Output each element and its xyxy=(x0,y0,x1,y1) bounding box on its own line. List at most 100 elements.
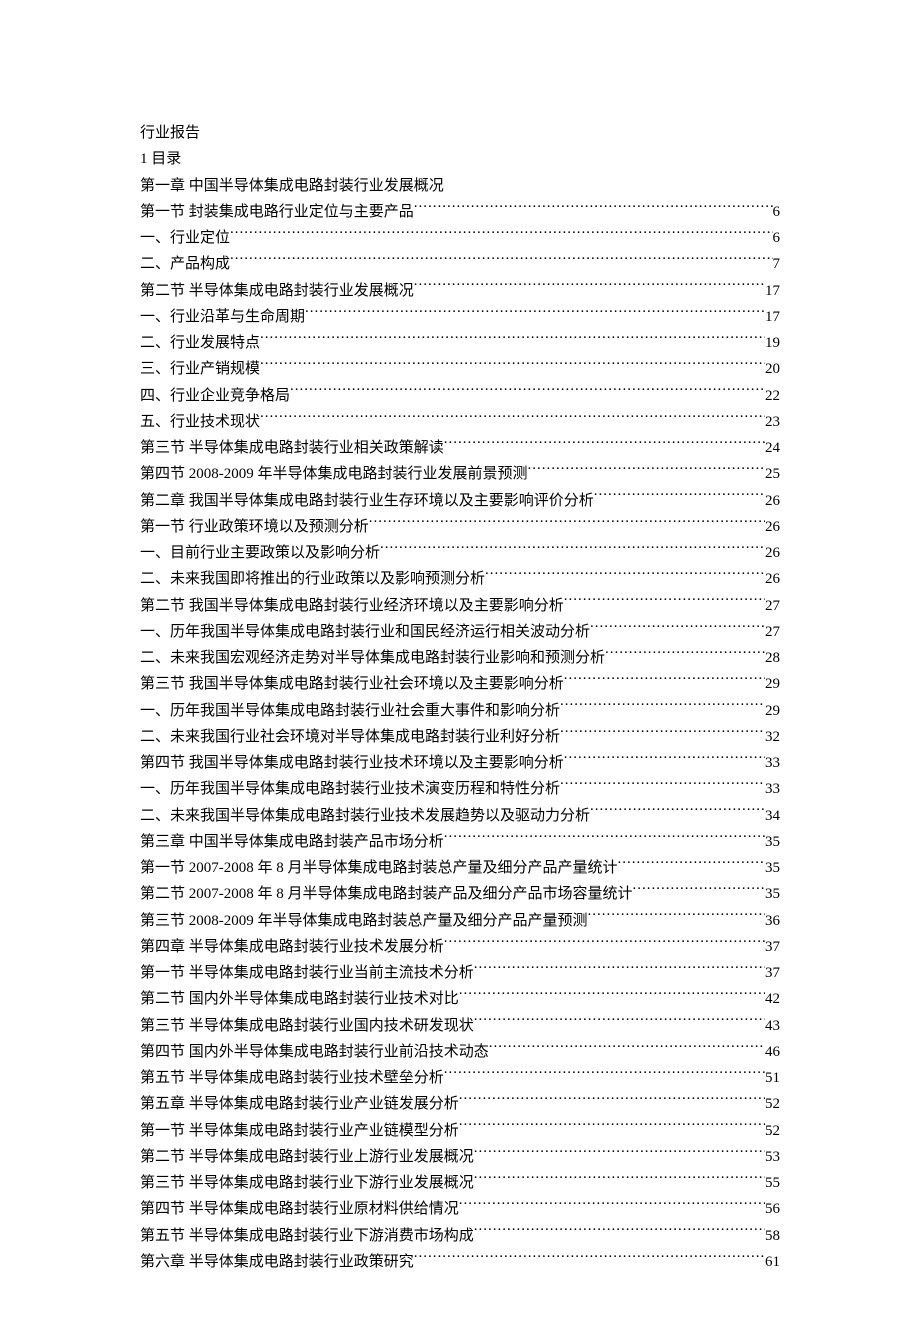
toc-entry: 四、行业企业竞争格局22 xyxy=(140,383,780,409)
toc-entry-page: 27 xyxy=(765,619,780,645)
toc-entry: 第四节 半导体集成电路封装行业原材料供给情况 56 xyxy=(140,1196,780,1222)
toc-entry: 第一节 行业政策环境以及预测分析 26 xyxy=(140,514,780,540)
toc-entry-page: 27 xyxy=(765,593,780,619)
toc-dot-leader xyxy=(260,411,765,426)
toc-entry: 二、产品构成7 xyxy=(140,251,780,277)
toc-dot-leader xyxy=(230,253,772,268)
toc-entry-page: 46 xyxy=(765,1039,780,1065)
toc-dot-leader xyxy=(590,621,765,636)
toc-entry-label: 二、行业发展特点 xyxy=(140,330,260,356)
toc-entry: 一、历年我国半导体集成电路封装行业技术演变历程和特性分析33 xyxy=(140,776,780,802)
toc-entry-label: 一、历年我国半导体集成电路封装行业技术演变历程和特性分析 xyxy=(140,776,560,802)
toc-entry-label: 第一节 封装集成电路行业定位与主要产品 xyxy=(140,199,414,225)
toc-dot-leader xyxy=(528,463,766,478)
toc-entry: 二、未来我国半导体集成电路封装行业技术发展趋势以及驱动力分析 34 xyxy=(140,803,780,829)
toc-entry-page: 26 xyxy=(765,514,780,540)
toc-entry-page: 28 xyxy=(765,645,780,671)
toc-entry-page: 52 xyxy=(765,1118,780,1144)
toc-entry-page: 52 xyxy=(765,1091,780,1117)
toc-entry: 第三节 2008-2009 年半导体集成电路封装总产量及细分产品产量预测36 xyxy=(140,908,780,934)
toc-entry-page: 17 xyxy=(765,278,780,304)
toc-dot-leader xyxy=(564,673,765,688)
toc-dot-leader xyxy=(414,201,773,216)
toc-entry: 第五章 半导体集成电路封装行业产业链发展分析 52 xyxy=(140,1091,780,1117)
toc-entry-label: 第六章 半导体集成电路封装行业政策研究 xyxy=(140,1249,414,1275)
toc-entry-label: 第三节 半导体集成电路封装行业下游行业发展概况 xyxy=(140,1170,474,1196)
chapter-heading: 第一章 中国半导体集成电路封装行业发展概况 xyxy=(140,173,780,199)
toc-entry: 第五节 半导体集成电路封装行业下游消费市场构成58 xyxy=(140,1223,780,1249)
toc-entry-label: 四、行业企业竞争格局 xyxy=(140,383,290,409)
toc-entry-label: 二、产品构成 xyxy=(140,251,230,277)
toc-dot-leader xyxy=(618,857,766,872)
toc-entry: 一、行业沿革与生命周期17 xyxy=(140,304,780,330)
toc-entry-label: 第四节 我国半导体集成电路封装行业技术环境以及主要影响分析 xyxy=(140,750,564,776)
toc-entry: 五、行业技术现状 23 xyxy=(140,409,780,435)
toc-dot-leader xyxy=(474,1225,765,1240)
toc-dot-leader xyxy=(444,437,765,452)
toc-entry: 第四节 我国半导体集成电路封装行业技术环境以及主要影响分析 33 xyxy=(140,750,780,776)
toc-entry-page: 6 xyxy=(773,225,781,251)
toc-entry: 第三节 我国半导体集成电路封装行业社会环境以及主要影响分析29 xyxy=(140,671,780,697)
toc-entry-page: 23 xyxy=(765,409,780,435)
toc-entry-label: 第二节 2007-2008 年 8 月半导体集成电路封装产品及细分产品市场容量统… xyxy=(140,881,633,907)
toc-entry: 第二章 我国半导体集成电路封装行业生存环境以及主要影响评价分析26 xyxy=(140,488,780,514)
toc-entry-page: 26 xyxy=(765,488,780,514)
toc-entry: 二、未来我国宏观经济走势对半导体集成电路封装行业影响和预测分析28 xyxy=(140,645,780,671)
toc-entry-page: 24 xyxy=(765,435,780,461)
toc-entry-label: 一、目前行业主要政策以及影响分析 xyxy=(140,540,380,566)
toc-entry-page: 61 xyxy=(765,1249,780,1275)
toc-dot-leader xyxy=(459,1093,765,1108)
toc-dot-leader xyxy=(564,595,765,610)
toc-entry-page: 19 xyxy=(765,330,780,356)
toc-dot-leader xyxy=(474,1172,765,1187)
toc-entry-label: 第三节 我国半导体集成电路封装行业社会环境以及主要影响分析 xyxy=(140,671,564,697)
toc-entry-label: 第五节 半导体集成电路封装行业技术壁垒分析 xyxy=(140,1065,444,1091)
toc-entry-label: 第四节 半导体集成电路封装行业原材料供给情况 xyxy=(140,1196,459,1222)
toc-entry-label: 第一节 半导体集成电路封装行业产业链模型分析 xyxy=(140,1118,459,1144)
toc-entry: 第一节 2007-2008 年 8 月半导体集成电路封装总产量及细分产品产量统计… xyxy=(140,855,780,881)
toc-entry-label: 第二节 半导体集成电路封装行业上游行业发展概况 xyxy=(140,1144,474,1170)
toc-dot-leader xyxy=(588,910,766,925)
toc-entry-label: 一、行业沿革与生命周期 xyxy=(140,304,305,330)
toc-entry-label: 三、行业产销规模 xyxy=(140,356,260,382)
toc-entry: 第二节 半导体集成电路封装行业发展概况 17 xyxy=(140,278,780,304)
toc-entry-page: 56 xyxy=(765,1196,780,1222)
toc-dot-leader xyxy=(474,1146,765,1161)
toc-entry-label: 第一节 行业政策环境以及预测分析 xyxy=(140,514,369,540)
toc-entry-label: 第五章 半导体集成电路封装行业产业链发展分析 xyxy=(140,1091,459,1117)
toc-entry: 第一节 半导体集成电路封装行业当前主流技术分析 37 xyxy=(140,960,780,986)
toc-entry-page: 43 xyxy=(765,1013,780,1039)
toc-entry-label: 五、行业技术现状 xyxy=(140,409,260,435)
toc-dot-leader xyxy=(459,1120,765,1135)
toc-entry-label: 第一节 半导体集成电路封装行业当前主流技术分析 xyxy=(140,960,474,986)
toc-entry-page: 32 xyxy=(765,724,780,750)
toc-dot-leader xyxy=(414,280,765,295)
toc-entry-label: 第四节 国内外半导体集成电路封装行业前沿技术动态 xyxy=(140,1039,489,1065)
toc-entry-label: 第二节 国内外半导体集成电路封装行业技术对比 xyxy=(140,986,459,1012)
toc-entry-page: 37 xyxy=(765,960,780,986)
toc-entry: 第四节 2008-2009 年半导体集成电路封装行业发展前景预测25 xyxy=(140,461,780,487)
toc-entry: 第二节 我国半导体集成电路封装行业经济环境以及主要影响分析 27 xyxy=(140,593,780,619)
toc-dot-leader xyxy=(560,778,765,793)
toc-entry-label: 第四节 2008-2009 年半导体集成电路封装行业发展前景预测 xyxy=(140,461,528,487)
toc-entry-label: 第二节 我国半导体集成电路封装行业经济环境以及主要影响分析 xyxy=(140,593,564,619)
toc-entry: 第五节 半导体集成电路封装行业技术壁垒分析51 xyxy=(140,1065,780,1091)
toc-dot-leader xyxy=(605,647,765,662)
toc-entry-label: 二、未来我国即将推出的行业政策以及影响预测分析 xyxy=(140,566,485,592)
toc-dot-leader xyxy=(444,936,765,951)
toc-entry-page: 53 xyxy=(765,1144,780,1170)
toc-entry-page: 33 xyxy=(765,750,780,776)
toc-dot-leader xyxy=(444,1067,765,1082)
toc-entry-page: 34 xyxy=(765,803,780,829)
toc-entry-label: 第二节 半导体集成电路封装行业发展概况 xyxy=(140,278,414,304)
toc-dot-leader xyxy=(414,1251,765,1266)
toc-entry: 一、历年我国半导体集成电路封装行业社会重大事件和影响分析29 xyxy=(140,698,780,724)
toc-container: 第一节 封装集成电路行业定位与主要产品6一、行业定位6二、产品构成7第二节 半导… xyxy=(140,199,780,1275)
toc-dot-leader xyxy=(305,306,765,321)
toc-dot-leader xyxy=(380,542,765,557)
toc-entry: 一、行业定位6 xyxy=(140,225,780,251)
toc-entry-label: 第三节 半导体集成电路封装行业国内技术研发现状 xyxy=(140,1013,474,1039)
toc-entry-page: 35 xyxy=(765,881,780,907)
toc-entry-label: 第一节 2007-2008 年 8 月半导体集成电路封装总产量及细分产品产量统计 xyxy=(140,855,618,881)
toc-entry-label: 二、未来我国半导体集成电路封装行业技术发展趋势以及驱动力分析 xyxy=(140,803,590,829)
